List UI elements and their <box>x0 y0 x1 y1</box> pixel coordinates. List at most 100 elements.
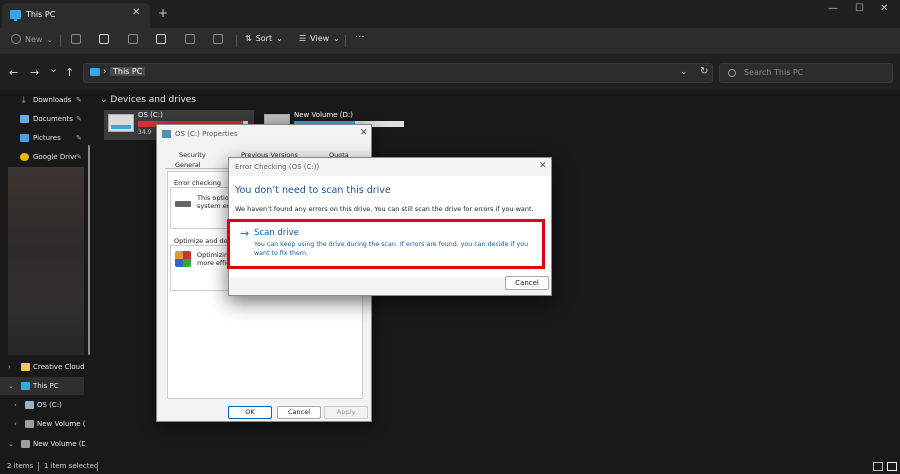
computer-icon <box>21 382 30 390</box>
dialog-title: Error Checking (OS (C:)) <box>235 163 320 171</box>
pin-icon[interactable]: ✎ <box>76 96 82 104</box>
folder-icon <box>21 363 30 371</box>
up-button[interactable]: ↑ <box>65 66 74 79</box>
chevron-right-icon[interactable]: › <box>14 420 17 428</box>
close-icon[interactable]: ✕ <box>360 128 368 138</box>
trash-icon <box>213 34 223 44</box>
paste-button[interactable] <box>128 34 138 44</box>
toolbar-divider <box>345 35 346 47</box>
plus-circle-icon <box>11 34 21 44</box>
new-label: New <box>25 34 43 44</box>
address-dropdown-icon[interactable]: ⌄ <box>680 67 688 77</box>
chevron-right-icon[interactable]: › <box>14 401 17 409</box>
selection-count: 1 item selected <box>44 462 99 470</box>
sidebar-item-pictures[interactable]: Pictures ✎ <box>0 129 88 147</box>
status-divider <box>97 462 98 471</box>
refresh-icon[interactable]: ↻ <box>700 66 708 77</box>
chevron-right-icon[interactable]: › <box>103 67 107 77</box>
new-tab-button[interactable]: + <box>158 6 168 20</box>
sidebar-item-label: Creative Cloud F <box>33 363 85 371</box>
rename-button[interactable] <box>156 34 166 44</box>
sort-button[interactable]: ⇅ Sort ⌄ <box>245 34 283 43</box>
sidebar-item-label: OS (C:) <box>37 401 62 409</box>
drive-free-space: 34.9 <box>138 129 152 136</box>
google-drive-icon <box>20 153 29 161</box>
address-bar[interactable]: › This PC ⌄ ↻ <box>83 63 713 83</box>
sidebar-item-label: Documents <box>33 115 73 123</box>
drive-name: New Volume (D:) <box>294 111 353 119</box>
computer-icon <box>10 10 21 21</box>
obscured-region <box>8 167 84 355</box>
sidebar-item-creative-cloud[interactable]: › Creative Cloud F <box>0 358 88 376</box>
sidebar-item-new-volume[interactable]: › New Volume ( <box>0 415 88 433</box>
ok-button[interactable]: OK <box>228 406 272 419</box>
more-options-button[interactable]: ··· <box>355 32 365 43</box>
view-button[interactable]: ☰ View ⌄ <box>299 34 340 43</box>
pin-icon[interactable]: ✎ <box>76 115 82 123</box>
section-title: Devices and drives <box>110 95 197 105</box>
sidebar-item-label: This PC <box>33 382 59 390</box>
view-label: View <box>310 34 330 43</box>
tab-title: This PC <box>26 10 56 19</box>
sidebar-item-label: Google Drive <box>33 153 76 161</box>
close-window-button[interactable]: ✕ <box>880 3 888 14</box>
tab-this-pc[interactable]: This PC ✕ <box>2 3 150 28</box>
section-header[interactable]: ⌄ Devices and drives <box>100 95 196 105</box>
forward-button[interactable]: → <box>30 66 39 79</box>
sidebar-item-label: New Volume ( <box>37 420 85 428</box>
chevron-right-icon[interactable]: › <box>8 363 11 371</box>
sidebar-item-label: Pictures <box>33 134 61 142</box>
chevron-down-icon[interactable]: ⌄ <box>8 440 14 448</box>
minimize-button[interactable]: — <box>828 3 838 14</box>
search-input[interactable]: Search This PC <box>719 63 893 83</box>
new-button[interactable]: New ⌄ <box>11 34 53 44</box>
cancel-button[interactable]: Cancel <box>505 276 549 290</box>
sidebar-item-new-volume-d[interactable]: ⌄ New Volume (D: <box>0 435 88 453</box>
delete-button[interactable] <box>213 34 223 44</box>
details-view-icon[interactable] <box>873 462 883 471</box>
cut-button[interactable] <box>71 34 81 44</box>
clipboard-icon <box>128 34 138 44</box>
status-bar: 2 items 1 item selected <box>0 460 900 474</box>
close-icon[interactable]: ✕ <box>539 161 547 171</box>
tab-close-icon[interactable]: ✕ <box>132 7 140 18</box>
sidebar-item-downloads[interactable]: ↓ Downloads ✎ <box>0 91 88 109</box>
group-text: more effic <box>197 259 230 267</box>
copy-button[interactable] <box>99 34 109 44</box>
sidebar-item-os-c[interactable]: › OS (C:) <box>0 396 88 414</box>
share-button[interactable] <box>185 34 195 44</box>
sidebar-item-documents[interactable]: Documents ✎ <box>0 110 88 128</box>
sidebar-item-google-drive[interactable]: Google Drive ✎ <box>0 148 88 166</box>
chevron-down-icon[interactable]: ⌄ <box>8 382 14 390</box>
scissors-icon <box>71 34 81 44</box>
back-button[interactable]: ← <box>9 66 18 79</box>
toolbar-divider <box>236 35 237 47</box>
command-bar: New ⌄ ⇅ Sort ⌄ ☰ View ⌄ ··· <box>0 28 900 54</box>
dialog-title: OS (C:) Properties <box>175 130 238 138</box>
rename-icon <box>156 34 166 44</box>
dialog-heading: You don’t need to scan this drive <box>235 185 391 196</box>
apply-button[interactable]: Apply <box>324 406 368 419</box>
sidebar-item-this-pc[interactable]: ⌄ This PC <box>0 377 84 395</box>
tiles-view-icon[interactable] <box>887 462 897 471</box>
chevron-down-icon: ⌄ <box>46 34 54 44</box>
search-placeholder: Search This PC <box>744 68 804 77</box>
list-view-icon: ☰ <box>299 34 307 43</box>
recent-locations-button[interactable]: ⌄ <box>49 62 58 75</box>
breadcrumb-this-pc[interactable]: This PC <box>110 67 146 76</box>
cancel-button[interactable]: Cancel <box>277 406 321 419</box>
picture-icon <box>20 134 29 142</box>
title-bar: This PC ✕ + — ☐ ✕ <box>0 0 900 28</box>
toolbar-divider <box>60 35 61 47</box>
pin-icon[interactable]: ✎ <box>76 134 82 142</box>
maximize-button[interactable]: ☐ <box>855 3 864 14</box>
copy-icon <box>99 34 109 44</box>
group-label: Error checking <box>174 179 221 187</box>
pin-icon[interactable]: ✎ <box>76 153 82 161</box>
tab-security[interactable]: Security <box>179 151 206 159</box>
defragment-icon <box>175 251 191 267</box>
sidebar-scrollbar[interactable] <box>88 145 90 355</box>
highlight-box <box>227 219 545 269</box>
drive-icon <box>21 440 30 448</box>
sort-icon: ⇅ <box>245 34 252 43</box>
